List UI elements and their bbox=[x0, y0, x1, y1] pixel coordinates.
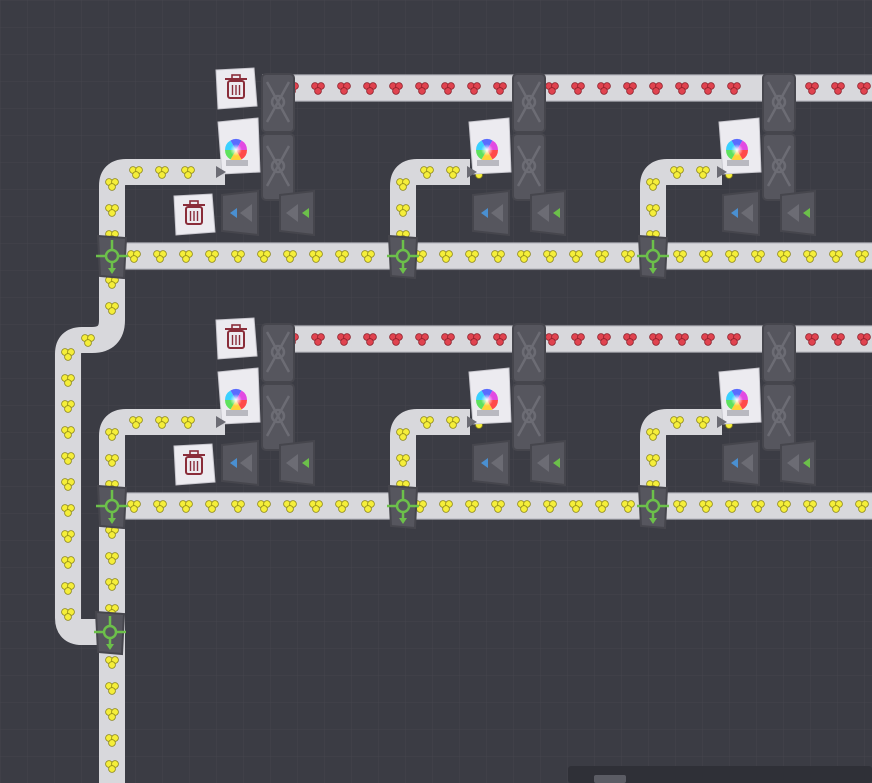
trash-icon bbox=[183, 450, 205, 475]
trash-bin[interactable] bbox=[173, 443, 216, 486]
splitter[interactable] bbox=[96, 234, 128, 280]
splitter[interactable] bbox=[637, 234, 669, 280]
color-wheel-icon bbox=[726, 139, 748, 161]
trash-bin[interactable] bbox=[173, 193, 216, 236]
splitter[interactable] bbox=[387, 484, 419, 530]
trash-bin[interactable] bbox=[215, 67, 258, 110]
color-wheel-icon bbox=[726, 389, 748, 411]
cutter[interactable] bbox=[762, 323, 796, 451]
factory-canvas[interactable] bbox=[0, 0, 872, 783]
color-wheel-icon bbox=[476, 139, 498, 161]
color-wheel-icon bbox=[225, 139, 247, 161]
splitter[interactable] bbox=[637, 484, 669, 530]
splitter[interactable] bbox=[387, 234, 419, 280]
cutter[interactable] bbox=[261, 73, 295, 201]
painter[interactable] bbox=[468, 367, 512, 425]
splitter[interactable] bbox=[96, 484, 128, 530]
trash-icon bbox=[225, 324, 247, 349]
painter[interactable] bbox=[468, 117, 512, 175]
trash-icon bbox=[183, 200, 205, 225]
cutter[interactable] bbox=[762, 73, 796, 201]
trash-icon bbox=[225, 74, 247, 99]
painter[interactable] bbox=[718, 367, 762, 425]
cutter[interactable] bbox=[512, 73, 546, 201]
color-wheel-icon bbox=[225, 389, 247, 411]
painter[interactable] bbox=[217, 117, 261, 175]
cutter[interactable] bbox=[512, 323, 546, 451]
trash-bin[interactable] bbox=[215, 317, 258, 360]
toolbar-slot[interactable] bbox=[594, 775, 626, 783]
color-wheel-icon bbox=[476, 389, 498, 411]
cutter[interactable] bbox=[261, 323, 295, 451]
painter[interactable] bbox=[718, 117, 762, 175]
painter[interactable] bbox=[217, 367, 261, 425]
splitter[interactable] bbox=[94, 610, 126, 656]
